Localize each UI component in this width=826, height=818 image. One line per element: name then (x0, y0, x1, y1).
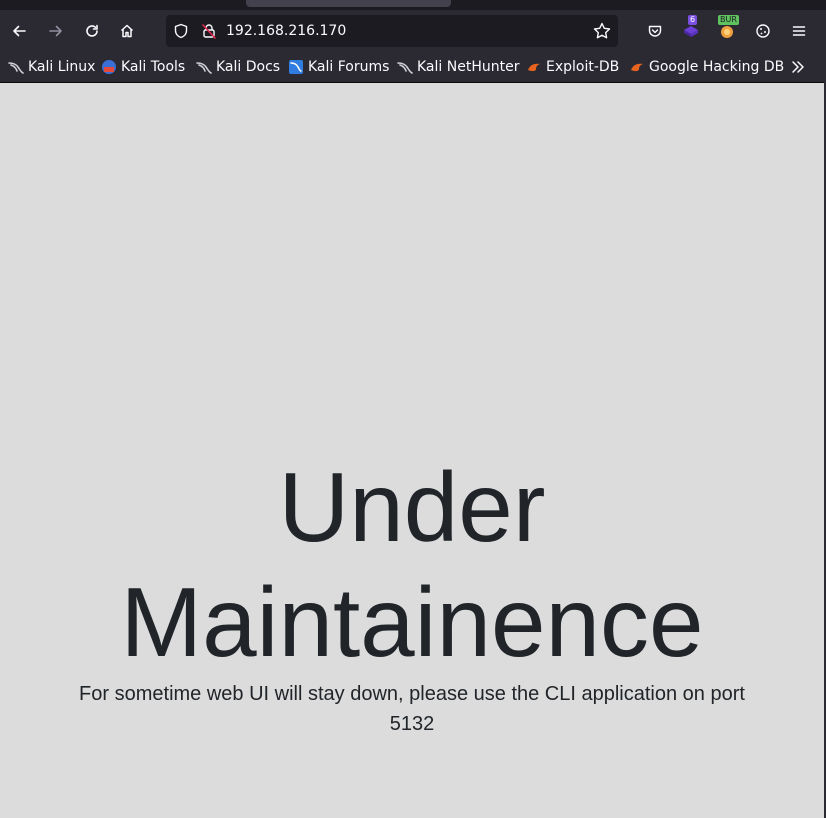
url-bar[interactable]: 192.168.216.170 (166, 15, 618, 47)
cookie-editor-icon (756, 24, 770, 38)
bookmark-kali-tools[interactable]: Kali Tools (101, 57, 185, 77)
hackbar-extension-button[interactable]: 6 (676, 15, 706, 46)
active-tab[interactable] (246, 0, 451, 7)
bookmark-kali-nethunter[interactable]: Kali NetHunter (397, 57, 519, 77)
bookmark-kali-linux[interactable]: Kali Linux (8, 57, 95, 77)
home-button[interactable] (112, 16, 142, 46)
bookmark-kali-forums[interactable]: Kali Forums (288, 57, 389, 77)
url-text[interactable]: 192.168.216.170 (226, 22, 346, 40)
exploit-db-icon (631, 63, 643, 72)
hamburger-menu-icon (792, 26, 806, 36)
bookmark-star-icon[interactable] (592, 21, 612, 45)
burp-extension-button[interactable]: BUR (712, 15, 742, 46)
exploit-db-icon (528, 63, 540, 72)
bookmark-label: Exploit-DB (546, 59, 620, 75)
navigation-toolbar: 192.168.216.170 6 BUR (0, 10, 826, 52)
bookmark-label: Kali Docs (216, 59, 281, 75)
pocket-button[interactable] (640, 16, 670, 46)
page-viewport: Under Maintainence For sometime web UI w… (0, 82, 824, 818)
bookmark-google-hacking-db[interactable]: Google Hacking DB (629, 57, 784, 77)
page-title: Under Maintainence (120, 452, 704, 677)
bookmark-label: Kali Linux (28, 59, 96, 75)
bookmark-exploit-db[interactable]: Exploit-DB (526, 57, 619, 77)
kali-dragon-icon (196, 62, 212, 74)
home-icon (120, 24, 134, 38)
back-arrow-icon (13, 25, 26, 37)
chevron-double-right-icon (792, 61, 804, 73)
bookmark-label: Kali Tools (121, 59, 186, 75)
kali-tools-icon (102, 60, 116, 74)
cookie-editor-button[interactable] (748, 16, 778, 46)
bookmarks-toolbar: Kali Linux Kali Tools Kali Docs Kali For… (0, 52, 826, 82)
reload-icon (86, 24, 98, 37)
shield-icon[interactable] (172, 22, 190, 44)
kali-dragon-icon (8, 62, 24, 74)
tab-strip (0, 0, 826, 10)
forward-button[interactable] (41, 16, 71, 46)
extension-badge-count: 6 (688, 15, 698, 25)
bookmark-label: Kali Forums (308, 59, 390, 75)
bookmark-kali-docs[interactable]: Kali Docs (196, 57, 280, 77)
reload-button[interactable] (77, 16, 107, 46)
bookmarks-overflow-button[interactable] (790, 59, 806, 79)
kali-forums-icon (289, 60, 303, 74)
kali-dragon-icon (397, 62, 413, 74)
forward-arrow-icon (49, 25, 62, 37)
burp-badge: BUR (718, 15, 739, 25)
back-button[interactable] (4, 16, 34, 46)
pocket-icon (648, 25, 662, 37)
bookmark-label: Kali NetHunter (417, 59, 520, 75)
bookmark-label: Google Hacking DB (649, 59, 785, 75)
app-menu-button[interactable] (784, 16, 814, 46)
maintenance-message: For sometime web UI will stay down, plea… (79, 683, 745, 735)
insecure-lock-icon[interactable] (200, 22, 218, 44)
